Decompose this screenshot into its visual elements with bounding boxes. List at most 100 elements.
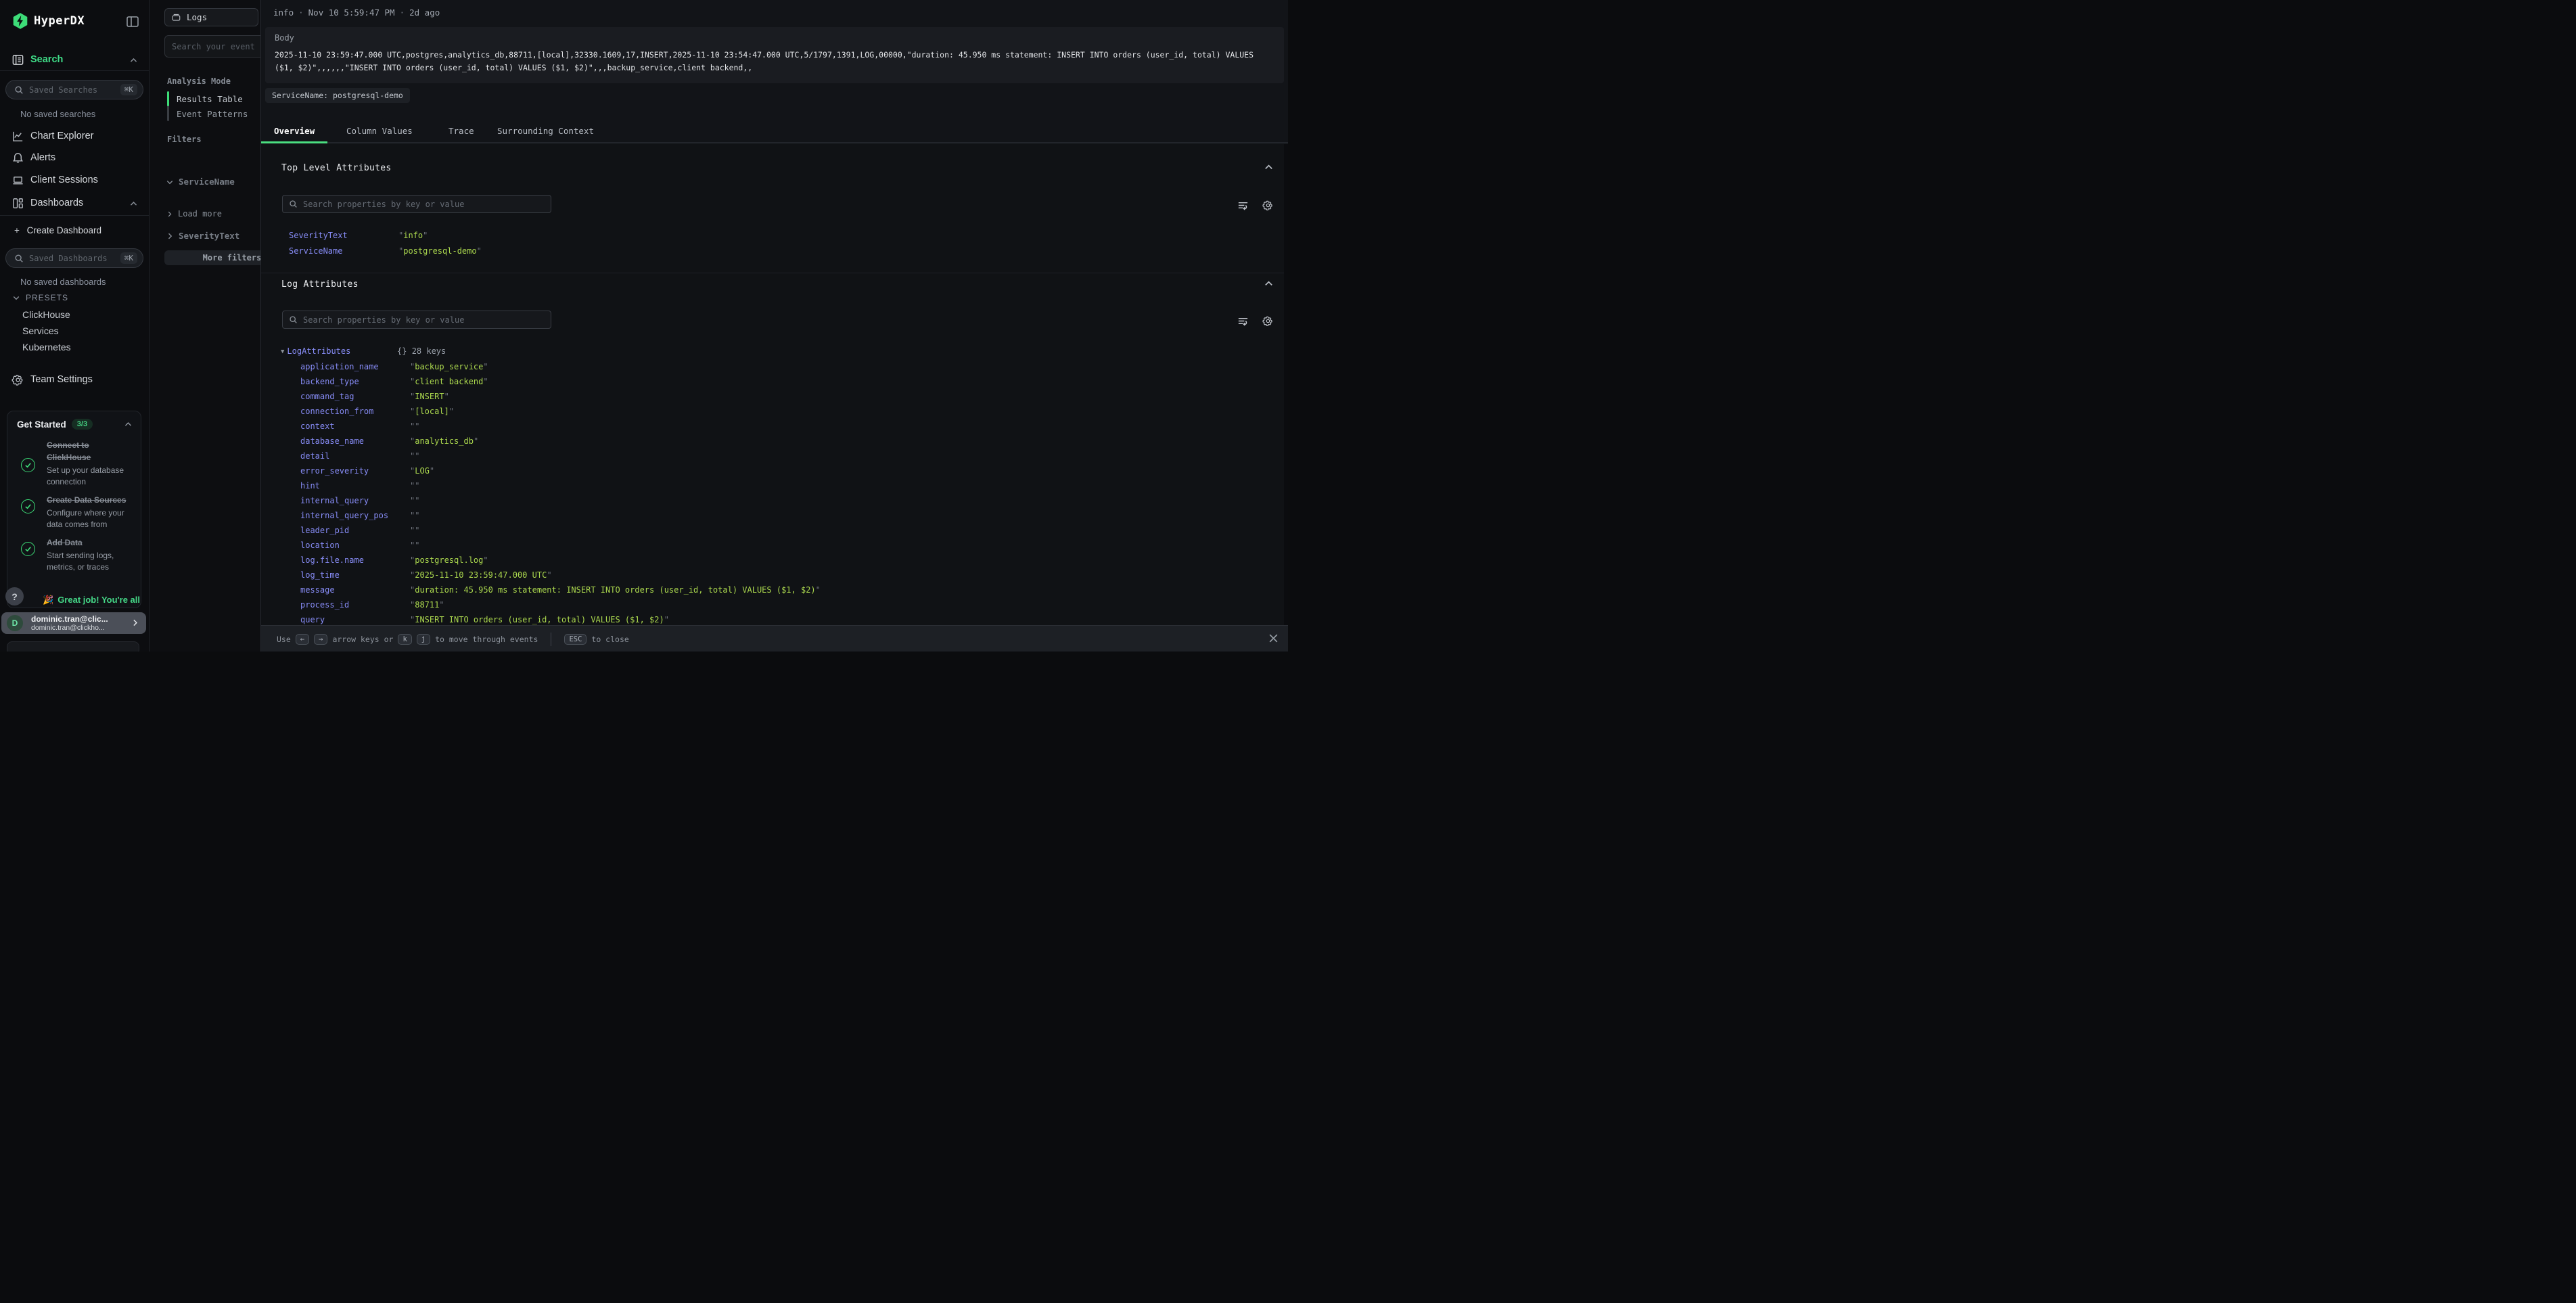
log-attrs-search-input[interactable]: Search properties by key or value [282, 311, 551, 329]
party-popper-icon: 🎉 [43, 595, 53, 605]
attribute-key[interactable]: command_tag [300, 389, 354, 404]
logs-source-icon [171, 12, 181, 22]
attribute-key[interactable]: context [300, 419, 335, 434]
saved-searches-input[interactable]: Saved Searches ⌘K [5, 80, 143, 99]
mode-event-patterns[interactable]: Event Patterns [177, 109, 248, 119]
attribute-value[interactable]: "" [410, 419, 419, 434]
attribute-value[interactable]: "" [410, 493, 419, 508]
attribute-row: database_name "analytics_db" [261, 434, 1276, 449]
attribute-row: message "duration: 45.950 ms statement: I… [261, 582, 1276, 597]
attribute-key[interactable]: internal_query [300, 493, 369, 508]
attribute-value[interactable]: "postgresql.log" [410, 553, 488, 568]
collapse-section-icon[interactable] [1264, 162, 1274, 173]
sidebar-item-team-settings[interactable]: Team Settings [0, 371, 149, 390]
service-tag-chip[interactable]: ServiceName: postgresql-demo [265, 88, 410, 103]
filter-group-severitytext[interactable]: SeverityText [166, 231, 239, 241]
attribute-value[interactable]: "" [410, 523, 419, 538]
sidebar-item-search[interactable]: Search [0, 51, 149, 70]
saved-dashboards-input[interactable]: Saved Dashboards ⌘K [5, 248, 143, 268]
scrollbar-track[interactable] [1284, 144, 1288, 652]
attribute-value[interactable]: "" [410, 478, 419, 493]
attribute-row: context "" [261, 419, 1276, 434]
footer-text: to close [591, 635, 628, 644]
attribute-value[interactable]: "88711" [410, 597, 444, 612]
collapse-section-icon[interactable] [1264, 279, 1274, 289]
gear-icon[interactable] [1262, 200, 1274, 211]
log-attrs-toolbar [1237, 315, 1274, 327]
attribute-key[interactable]: location [300, 538, 340, 553]
preset-item[interactable]: Services [22, 325, 59, 336]
attribute-value[interactable]: "INSERT INTO orders (user_id, total) VAL… [410, 612, 669, 625]
attribute-row: log.file.name "postgresql.log" [261, 553, 1276, 568]
tab-trace[interactable]: Trace [436, 122, 487, 143]
top-attrs-search-input[interactable]: Search properties by key or value [282, 195, 551, 213]
no-saved-searches-note: No saved searches [20, 109, 95, 119]
attribute-key[interactable]: application_name [300, 359, 379, 374]
sidebar-collapse-icon[interactable] [126, 15, 139, 28]
attribute-value[interactable]: "postgresql-demo" [398, 244, 482, 258]
sidebar-item-client-sessions[interactable]: Client Sessions [0, 171, 149, 190]
attribute-key[interactable]: process_id [300, 597, 349, 612]
get-started-item-title: Create Data Sources [47, 494, 131, 506]
presets-section-header[interactable]: PRESETS [12, 293, 68, 302]
attribute-key[interactable]: database_name [300, 434, 364, 449]
log-attrs-root-row[interactable]: ▼LogAttributes {} 28 keys [261, 344, 1276, 359]
help-button[interactable]: ? [5, 587, 24, 605]
sidebar-item-chart-explorer[interactable]: Chart Explorer [0, 127, 149, 146]
event-header: info·Nov 10 5:59:47 PM·2d ago [273, 7, 440, 18]
drawer-tabs: Overview Column Values TraceSurrounding Co… [261, 122, 1288, 143]
mode-results-table[interactable]: Results Table [177, 94, 243, 104]
attribute-value[interactable]: "" [410, 508, 419, 523]
wrap-lines-icon[interactable] [1237, 200, 1249, 211]
wrap-lines-icon[interactable] [1237, 315, 1249, 327]
attribute-key[interactable]: SeverityText [289, 228, 348, 243]
attribute-key[interactable]: hint [300, 478, 320, 493]
attribute-key[interactable]: message [300, 582, 335, 597]
load-more-button[interactable]: Load more [166, 209, 222, 219]
attribute-value[interactable]: "INSERT" [410, 389, 449, 404]
tab-surrounding-context[interactable]: Surrounding Context [484, 122, 607, 143]
attribute-value[interactable]: "analytics_db" [410, 434, 478, 449]
source-select[interactable]: Logs [164, 8, 258, 26]
attribute-value[interactable]: "[local]" [410, 404, 454, 419]
hyperdx-logo-icon [12, 12, 29, 30]
preset-item[interactable]: Kubernetes [22, 342, 71, 352]
chevron-up-icon[interactable] [124, 420, 133, 429]
attribute-value[interactable]: "" [410, 538, 419, 553]
logo[interactable]: HyperDX [0, 8, 149, 35]
sidebar-item-label: Client Sessions [30, 175, 98, 185]
attribute-key[interactable]: detail [300, 449, 329, 463]
attribute-row: location "" [261, 538, 1276, 553]
attribute-key[interactable]: log.file.name [300, 553, 364, 568]
attribute-value[interactable]: "2025-11-10 23:59:47.000 UTC" [410, 568, 552, 582]
attribute-value[interactable]: "info" [398, 228, 428, 243]
preset-item[interactable]: ClickHouse [22, 309, 70, 320]
gear-icon[interactable] [1262, 315, 1274, 327]
attribute-value[interactable]: "backup_service" [410, 359, 488, 374]
attribute-key[interactable]: internal_query_pos [300, 508, 388, 523]
tree-root-key: ▼LogAttributes [281, 344, 350, 359]
attribute-value[interactable]: "LOG" [410, 463, 434, 478]
log-attributes-title: Log Attributes [281, 279, 359, 290]
top-level-attributes-title: Top Level Attributes [281, 163, 392, 173]
attribute-key[interactable]: error_severity [300, 463, 369, 478]
sidebar-item-dashboards[interactable]: Dashboards [0, 194, 149, 213]
create-dashboard-button[interactable]: + Create Dashboard [14, 225, 101, 235]
attribute-value[interactable]: "duration: 45.950 ms statement: INSERT I… [410, 582, 821, 597]
tab-column-values[interactable]: Column Values [334, 122, 426, 143]
tab-overview[interactable]: Overview [261, 122, 327, 143]
attribute-value[interactable]: "" [410, 449, 419, 463]
attribute-value[interactable]: "client backend" [410, 374, 488, 389]
close-icon[interactable] [1268, 633, 1279, 644]
attribute-key[interactable]: query [300, 612, 325, 625]
sidebar-item-alerts[interactable]: Alerts [0, 149, 149, 168]
log-body-text[interactable]: 2025-11-10 23:59:47.000 UTC,postgres,ana… [275, 49, 1274, 74]
attribute-key[interactable]: backend_type [300, 374, 359, 389]
mode-rail [167, 91, 169, 121]
attribute-key[interactable]: connection_from [300, 404, 373, 419]
attribute-key[interactable]: leader_pid [300, 523, 349, 538]
attribute-key[interactable]: ServiceName [289, 244, 342, 258]
attribute-key[interactable]: log_time [300, 568, 340, 582]
filter-group-servicename[interactable]: ServiceName [166, 177, 235, 187]
user-account-chip[interactable]: D dominic.tran@clic... dominic.tran@clic… [1, 612, 146, 634]
